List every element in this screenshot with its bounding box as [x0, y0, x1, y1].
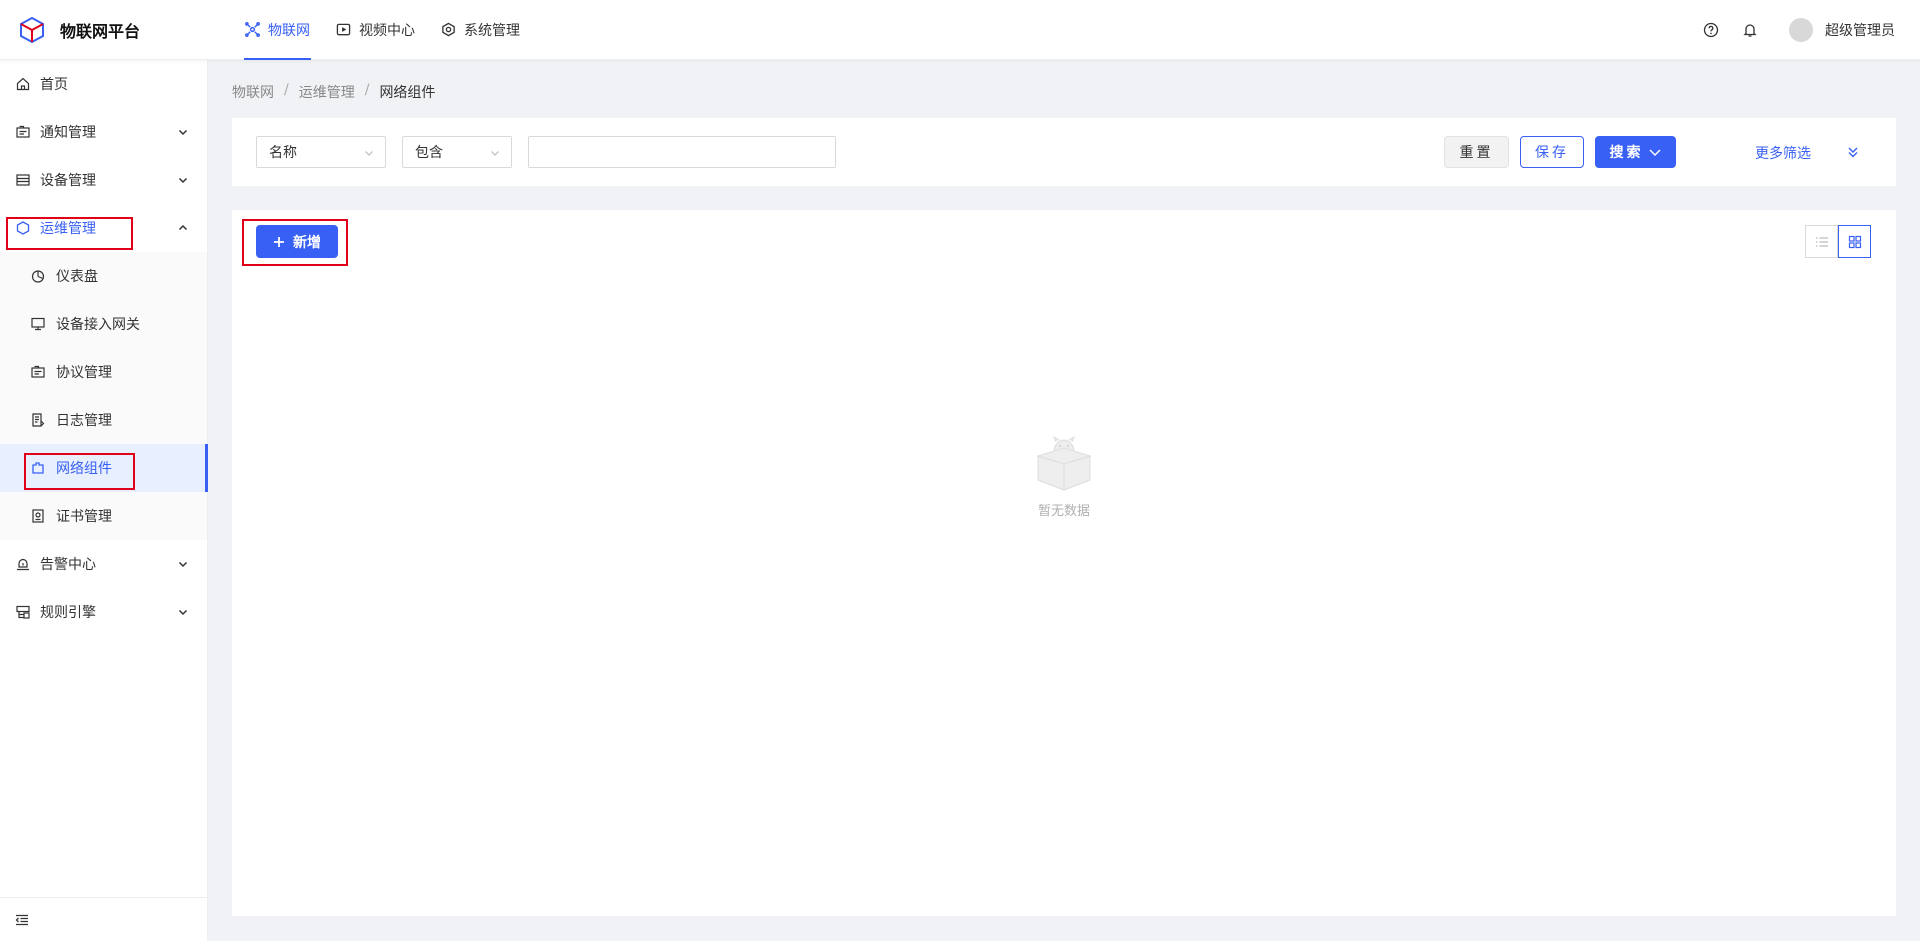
- list-view-button[interactable]: [1805, 225, 1838, 258]
- topnav-iot-label: 物联网: [268, 22, 310, 39]
- search-button-label: 搜索: [1609, 145, 1644, 161]
- breadcrumb-separator: /: [284, 82, 289, 98]
- chevron-down-icon: [177, 126, 189, 138]
- filter-field-select[interactable]: 名称: [256, 136, 386, 168]
- breadcrumb-item-current: 网络组件: [379, 85, 436, 101]
- add-button-label: 新增: [293, 234, 321, 251]
- help-icon[interactable]: [1703, 22, 1719, 38]
- sidebar-item-alarm[interactable]: 告警中心: [0, 540, 207, 588]
- view-toggle: [1805, 225, 1871, 258]
- alarm-icon: [16, 557, 30, 571]
- empty-state-text: 暂无数据: [1037, 504, 1090, 519]
- more-filter-link[interactable]: 更多筛选: [1755, 143, 1811, 163]
- username[interactable]: 超级管理员: [1825, 20, 1895, 40]
- dashboard-icon: [31, 269, 45, 283]
- sidebar-item-label: 规则引擎: [40, 605, 96, 621]
- chevron-down-icon: [177, 606, 189, 618]
- notice-icon: [16, 125, 30, 139]
- chevron-down-icon: [489, 147, 501, 159]
- add-button[interactable]: 新增: [256, 225, 338, 258]
- filter-operator-value: 包含: [415, 145, 443, 161]
- sidebar: 首页 通知管理 设备管理 运维管理 仪表盘 设备接入网关 协议管理 日志管理 网…: [0, 60, 208, 941]
- grid-icon: [1848, 235, 1861, 248]
- chevron-down-icon: [363, 147, 375, 159]
- network-icon: [31, 461, 45, 475]
- sidebar-item-rule[interactable]: 规则引擎: [0, 588, 207, 636]
- sidebar-item-label: 仪表盘: [56, 269, 98, 285]
- sidebar-item-label: 证书管理: [56, 509, 112, 525]
- topnav-system-label: 系统管理: [464, 22, 520, 39]
- sidebar-item-network[interactable]: 网络组件: [0, 444, 208, 492]
- top-header: 物联网平台 物联网 视频中心 系统管理 超级管理员: [0, 0, 1920, 60]
- sidebar-item-label: 设备接入网关: [56, 317, 140, 333]
- content-panel: 新增 暂无数据: [232, 210, 1896, 916]
- card-view-button[interactable]: [1838, 225, 1871, 258]
- sidebar-item-label: 通知管理: [40, 125, 96, 141]
- app-logo[interactable]: 物联网平台: [0, 16, 208, 44]
- topnav-video[interactable]: 视频中心: [323, 0, 428, 60]
- double-chevron-down-icon[interactable]: [1846, 145, 1860, 159]
- video-icon: [336, 23, 351, 36]
- app-title: 物联网平台: [60, 21, 141, 41]
- chevron-up-icon: [177, 222, 189, 234]
- rule-icon: [16, 605, 30, 619]
- sidebar-item-cert[interactable]: 证书管理: [0, 492, 207, 540]
- gateway-icon: [31, 317, 45, 331]
- menu-fold-icon: [15, 914, 28, 925]
- bell-icon[interactable]: [1742, 22, 1758, 38]
- topnav-video-label: 视频中心: [359, 22, 415, 39]
- ops-icon: [16, 221, 30, 235]
- breadcrumb-item-ops[interactable]: 运维管理: [299, 82, 355, 102]
- log-icon: [31, 413, 45, 427]
- filter-field-value: 名称: [269, 145, 297, 161]
- filter-value-input[interactable]: [528, 136, 836, 168]
- protocol-icon: [31, 365, 45, 379]
- topnav-iot[interactable]: 物联网: [232, 0, 323, 60]
- sidebar-item-label: 设备管理: [40, 173, 96, 189]
- sidebar-item-notice[interactable]: 通知管理: [0, 108, 207, 156]
- sidebar-item-log[interactable]: 日志管理: [0, 396, 207, 444]
- chevron-down-icon: [1648, 149, 1661, 157]
- breadcrumb: 物联网 / 运维管理 / 网络组件: [232, 82, 435, 102]
- sidebar-collapse[interactable]: [0, 897, 207, 941]
- empty-box-icon: [1036, 435, 1092, 491]
- topnav-system[interactable]: 系统管理: [428, 0, 533, 60]
- top-nav: 物联网 视频中心 系统管理: [232, 0, 533, 60]
- empty-state: 暂无数据: [232, 434, 1896, 519]
- iot-icon: [245, 22, 260, 37]
- sidebar-item-device[interactable]: 设备管理: [0, 156, 207, 204]
- sidebar-item-protocol[interactable]: 协议管理: [0, 348, 207, 396]
- system-icon: [442, 22, 455, 37]
- filter-operator-select[interactable]: 包含: [402, 136, 512, 168]
- sidebar-item-dashboard[interactable]: 仪表盘: [0, 252, 207, 300]
- filter-panel: 名称 包含 重置 保存 搜索 更多筛选: [232, 118, 1896, 186]
- plus-icon: [274, 236, 284, 247]
- device-icon: [16, 173, 30, 187]
- cert-icon: [31, 509, 45, 523]
- chevron-down-icon: [177, 174, 189, 186]
- cube-logo-icon: [20, 16, 44, 43]
- sidebar-item-label: 运维管理: [40, 221, 96, 237]
- list-icon: [1815, 236, 1828, 247]
- home-icon: [16, 77, 30, 91]
- avatar[interactable]: [1789, 17, 1813, 42]
- sidebar-item-gateway[interactable]: 设备接入网关: [0, 300, 207, 348]
- sidebar-item-label: 协议管理: [56, 365, 112, 381]
- sidebar-item-label: 告警中心: [40, 557, 96, 573]
- sidebar-item-label: 日志管理: [56, 413, 112, 429]
- chevron-down-icon: [177, 558, 189, 570]
- sidebar-item-ops[interactable]: 运维管理: [0, 204, 207, 252]
- reset-button[interactable]: 重置: [1444, 136, 1509, 168]
- header-actions: 超级管理员: [1703, 17, 1920, 42]
- search-button[interactable]: 搜索: [1595, 136, 1676, 168]
- save-button[interactable]: 保存: [1520, 136, 1584, 168]
- breadcrumb-item-iot[interactable]: 物联网: [232, 82, 274, 102]
- sidebar-item-label: 首页: [40, 77, 68, 93]
- breadcrumb-separator: /: [364, 82, 370, 98]
- sidebar-item-home[interactable]: 首页: [0, 60, 207, 108]
- sidebar-item-label: 网络组件: [56, 461, 112, 477]
